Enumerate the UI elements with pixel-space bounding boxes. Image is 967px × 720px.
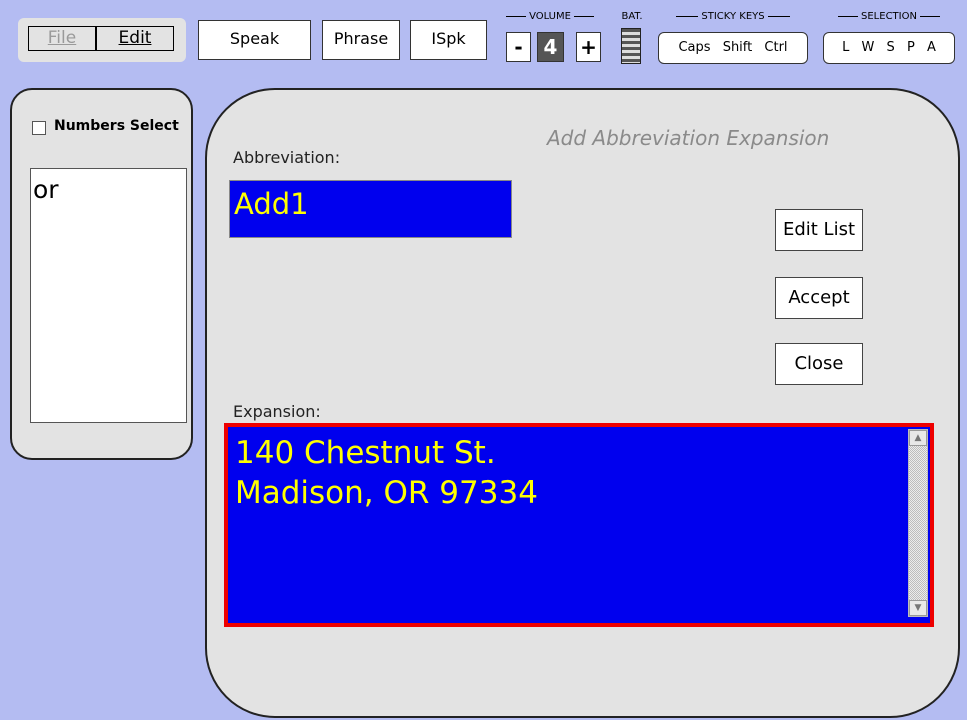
expansion-scrollbar[interactable]: ▲ ▼ [908,429,928,617]
list-item[interactable]: or [31,169,186,204]
abbreviation-label: Abbreviation: [233,148,341,167]
selection-mode-a[interactable]: A [927,40,936,55]
sticky-keys-panel: Caps Shift Ctrl [658,32,808,64]
volume-value: 4 [537,32,564,62]
edit-menu[interactable]: Edit [96,26,174,51]
selection-mode-w[interactable]: W [862,40,875,55]
expansion-field[interactable]: 140 Chestnut St. Madison, OR 97334 ▲ ▼ [224,423,934,627]
battery-label: BAT. [621,11,643,22]
expansion-label: Expansion: [233,402,321,421]
selection-group-label: SELECTION [822,12,956,22]
scroll-up-icon[interactable]: ▲ [909,430,927,446]
file-menu[interactable]: File [28,26,96,51]
ctrl-key[interactable]: Ctrl [764,40,787,55]
battery-icon [621,28,641,64]
selection-panel: L W S P A [823,32,955,64]
word-list: or [30,168,187,423]
accept-button[interactable]: Accept [775,277,863,319]
volume-down-button[interactable]: - [506,32,531,62]
volume-up-button[interactable]: + [576,32,601,62]
scroll-down-icon[interactable]: ▼ [909,600,927,616]
menu-bar: File Edit [18,18,186,62]
numbers-select-checkbox[interactable] [32,121,46,135]
phrase-button[interactable]: Phrase [322,20,400,60]
abbreviation-field[interactable]: Add1 [229,180,512,238]
selection-label: SELECTION [861,11,917,22]
edit-list-button[interactable]: Edit List [775,209,863,251]
numbers-select-label: Numbers Select [54,118,179,134]
dialog-title: Add Abbreviation Expansion [547,126,830,150]
word-prediction-panel: Numbers Select or [10,88,193,460]
expansion-text[interactable]: 140 Chestnut St. Madison, OR 97334 [235,433,895,513]
speak-button[interactable]: Speak [198,20,311,60]
selection-mode-p[interactable]: P [907,40,915,55]
ispk-button[interactable]: ISpk [410,20,487,60]
selection-mode-l[interactable]: L [842,40,849,55]
selection-mode-s[interactable]: S [887,40,895,55]
close-button[interactable]: Close [775,343,863,385]
shift-key[interactable]: Shift [723,40,753,55]
sticky-keys-label: STICKY KEYS [701,11,765,22]
sticky-keys-group-label: STICKY KEYS [657,12,809,22]
volume-label: VOLUME [529,11,571,22]
caps-key[interactable]: Caps [678,40,710,55]
volume-group-label: VOLUME [495,12,605,22]
add-abbreviation-dialog: Add Abbreviation Expansion Abbreviation:… [205,88,960,718]
